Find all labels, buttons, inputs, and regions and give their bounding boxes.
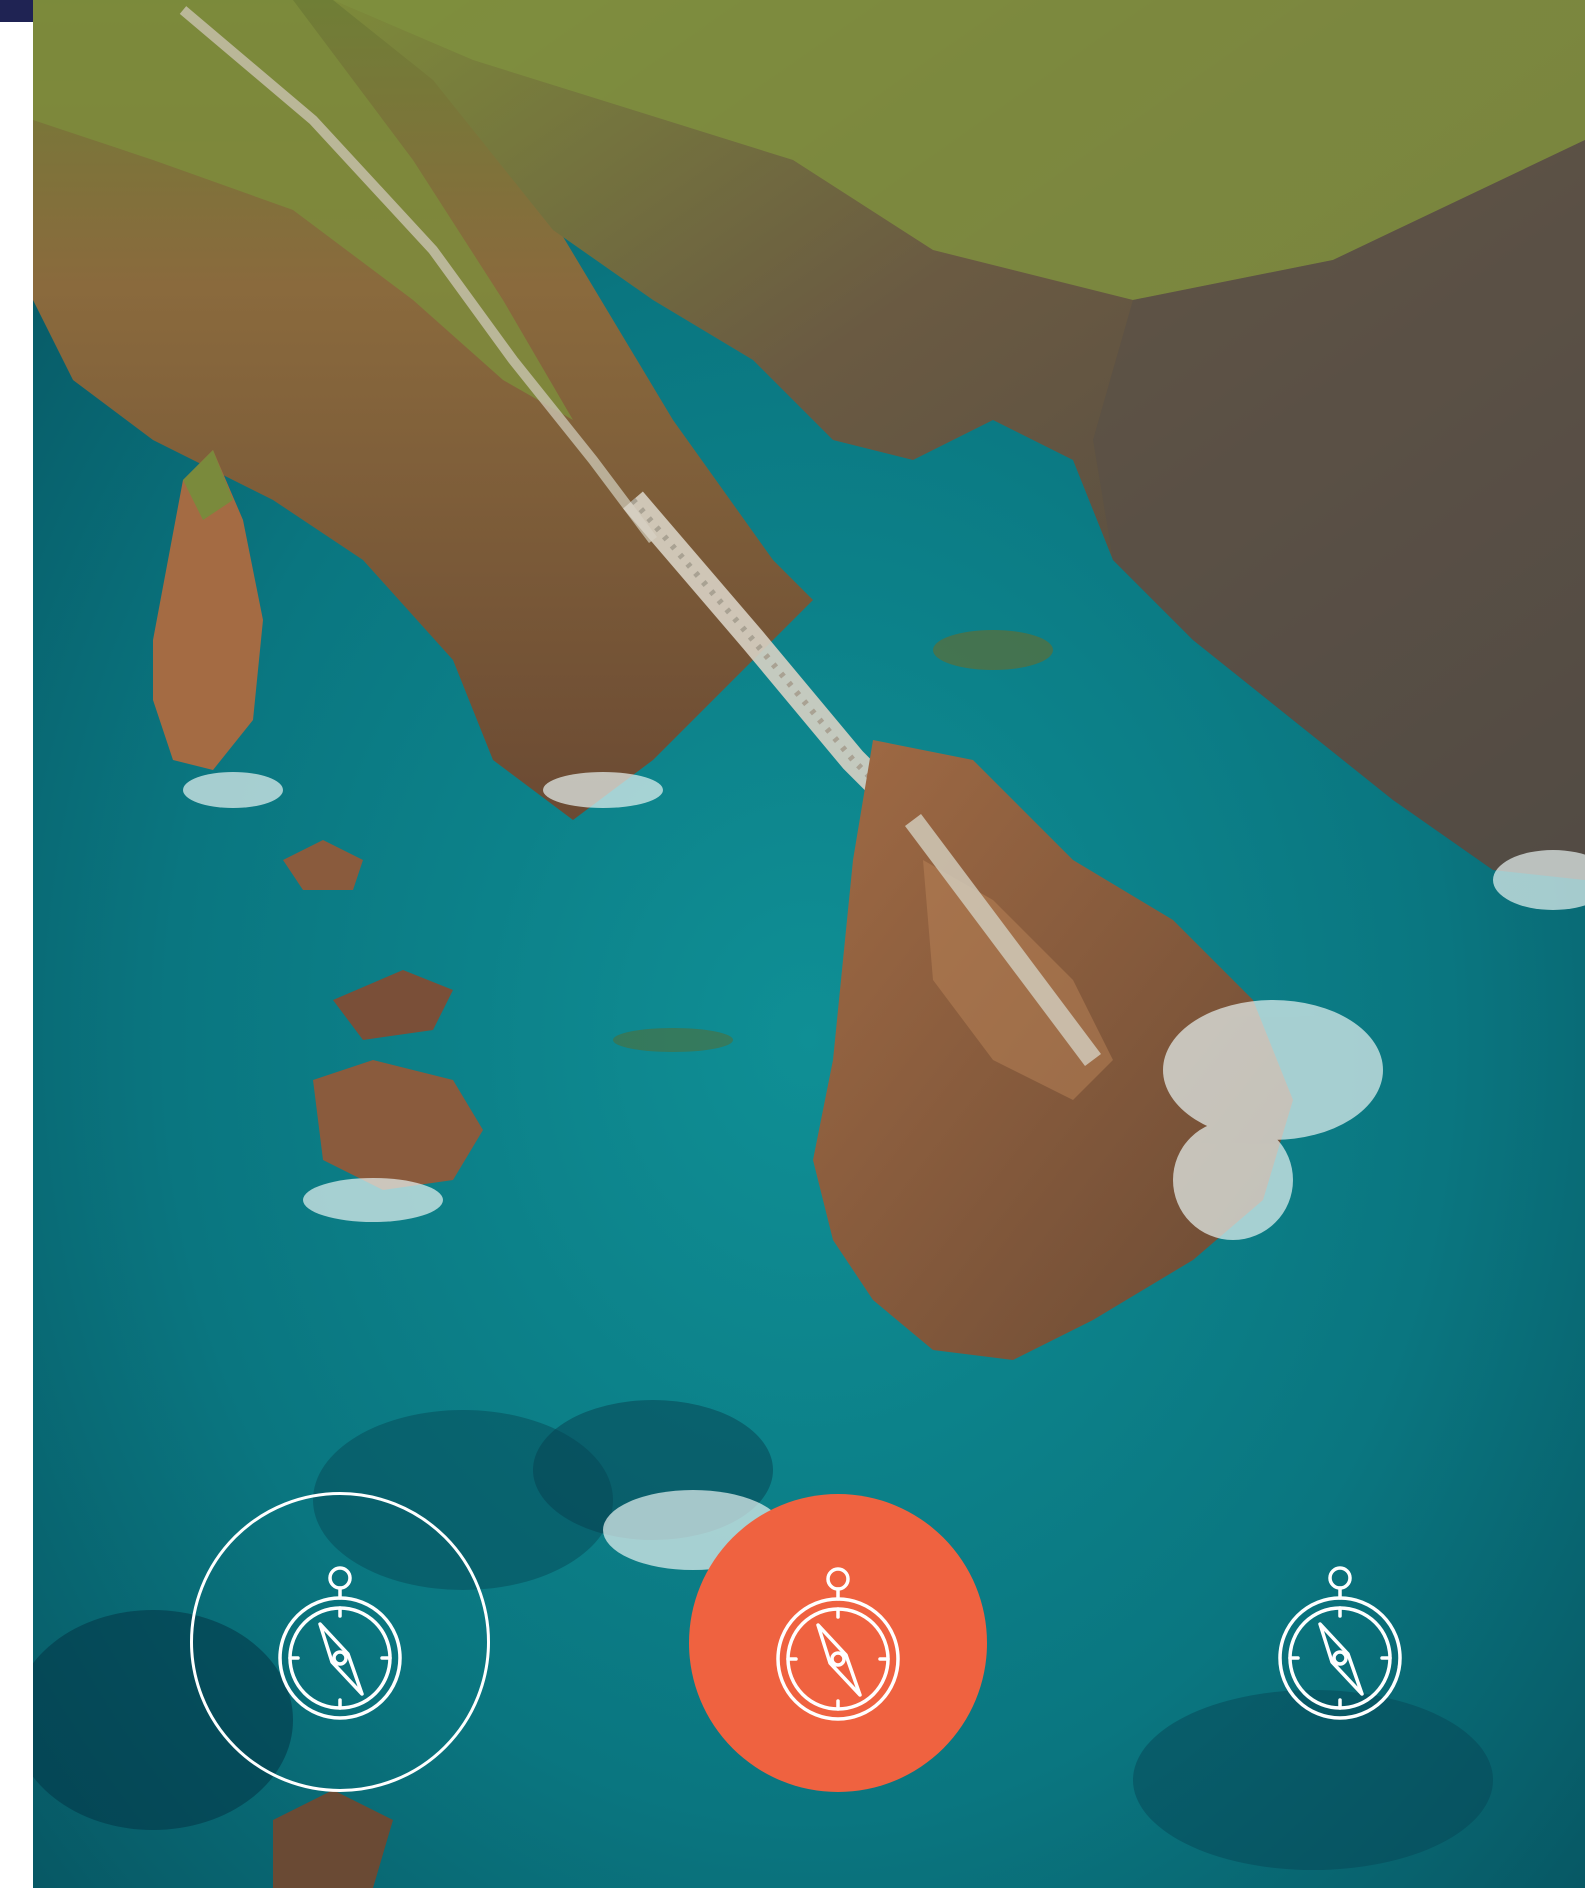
compass-button-outline[interactable] xyxy=(190,1492,490,1792)
compass-icon xyxy=(278,1566,402,1720)
compass-icon xyxy=(1278,1566,1402,1720)
compass-button-active[interactable] xyxy=(689,1494,987,1792)
compass-button-plain[interactable] xyxy=(1190,1492,1490,1792)
page xyxy=(0,0,1585,1888)
compass-icon xyxy=(776,1567,900,1721)
